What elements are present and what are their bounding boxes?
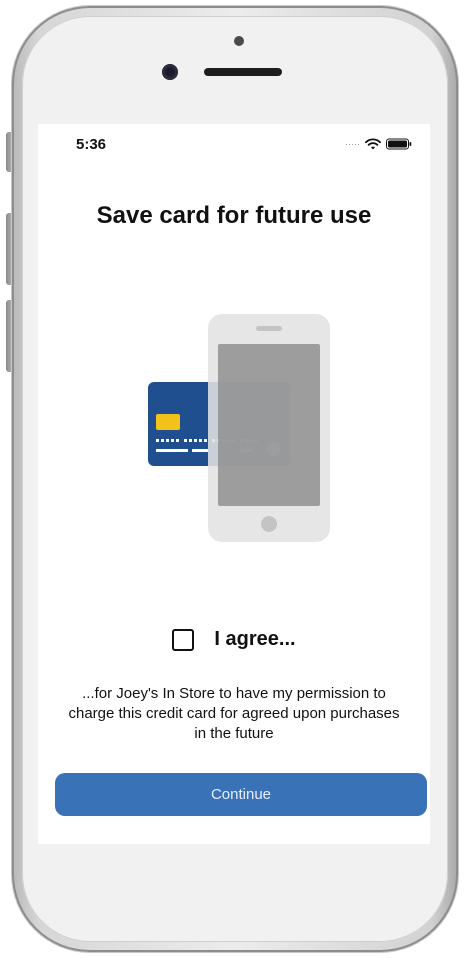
page-title: Save card for future use xyxy=(96,202,372,229)
permission-text: ...for Joey's In Store to have my permis… xyxy=(68,685,400,742)
signal-dots-icon: ····· xyxy=(345,139,360,149)
agree-row: I agree... xyxy=(38,628,430,651)
status-time: 5:36 xyxy=(76,136,107,153)
card-and-phone-illustration xyxy=(148,314,330,542)
wifi-icon xyxy=(365,138,381,150)
agree-checkbox[interactable] xyxy=(172,628,195,651)
status-bar: 5:36 ····· xyxy=(38,124,430,168)
front-camera-icon xyxy=(162,64,178,80)
app-screen: 5:36 ····· Save card for future use I ag… xyxy=(38,124,430,844)
agree-label: I agree... xyxy=(214,628,296,650)
smartphone-icon xyxy=(208,314,330,542)
status-icons: ····· xyxy=(345,138,412,150)
proximity-sensor xyxy=(234,36,244,46)
continue-button[interactable]: Continue xyxy=(55,773,427,816)
earpiece-speaker xyxy=(204,68,282,76)
battery-icon xyxy=(386,138,412,150)
